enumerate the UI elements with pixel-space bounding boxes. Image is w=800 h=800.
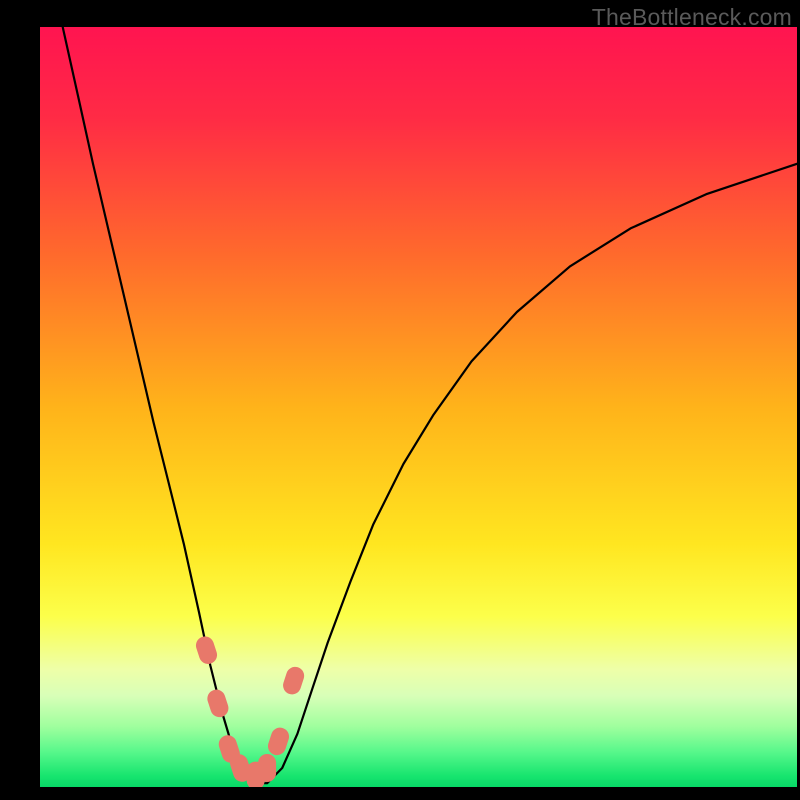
background-gradient — [40, 27, 797, 787]
plot-area — [40, 27, 797, 787]
chart-frame: TheBottleneck.com — [0, 0, 800, 800]
